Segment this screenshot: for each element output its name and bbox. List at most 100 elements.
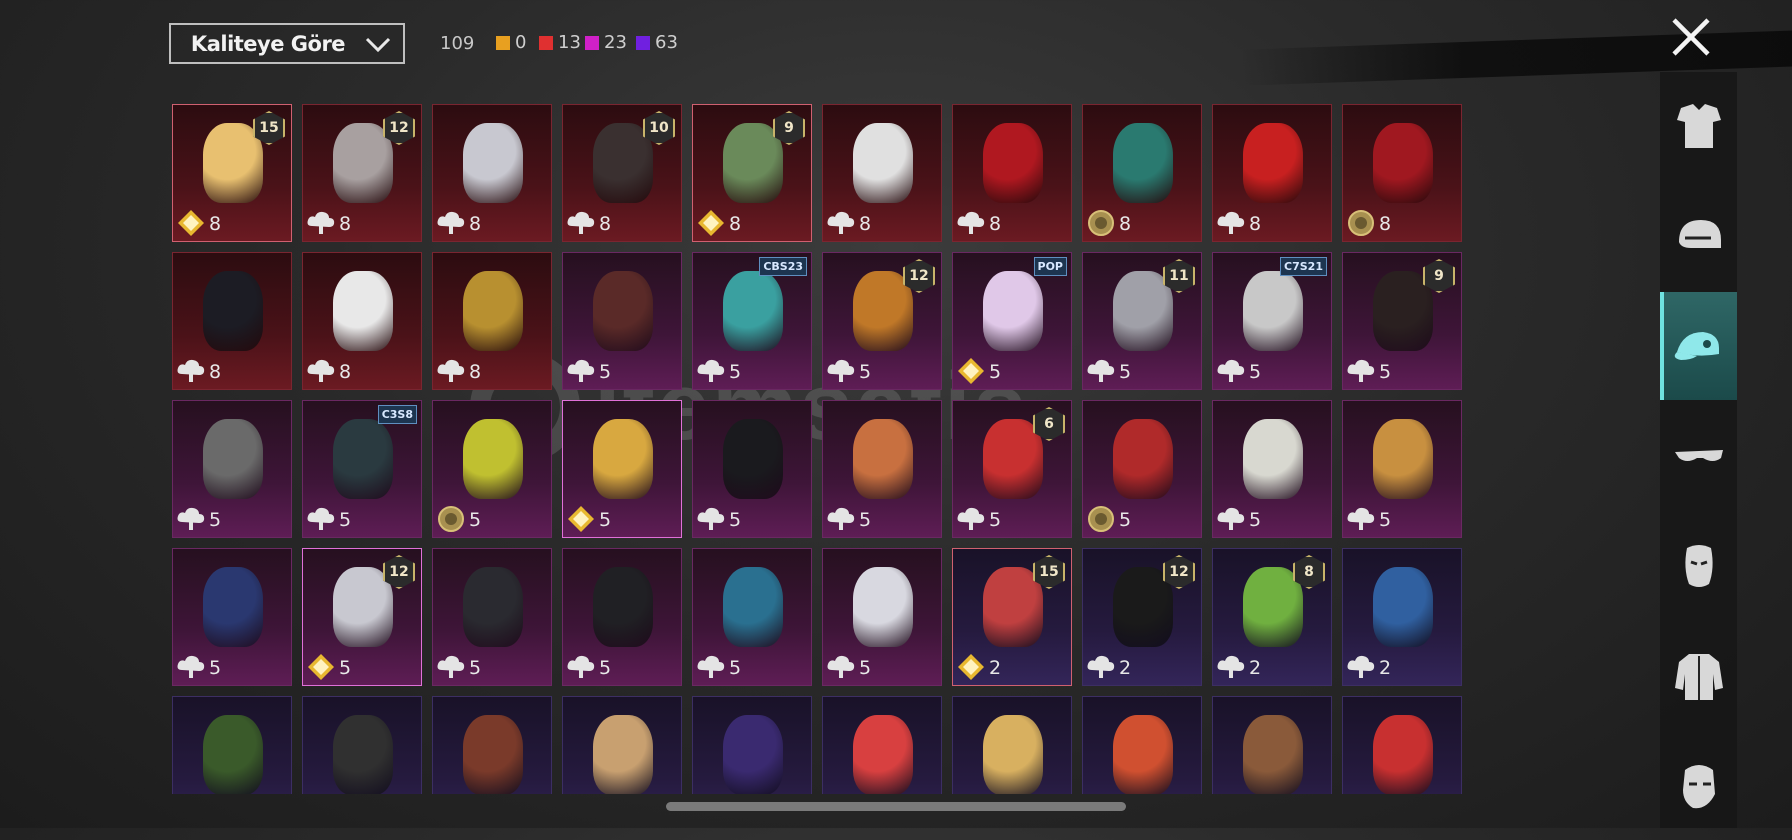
item-slot[interactable]: 5 <box>1212 400 1332 538</box>
item-slot[interactable]: 8 <box>302 252 422 390</box>
cloud-tier-icon <box>1086 356 1116 386</box>
item-slot[interactable]: 5 <box>692 548 812 686</box>
tab-outfit[interactable] <box>1660 72 1737 180</box>
item-quantity: 8 <box>209 213 222 235</box>
item-quantity: 5 <box>1119 509 1132 531</box>
tab-face[interactable] <box>1660 732 1737 840</box>
item-slot[interactable]: 5 <box>692 400 812 538</box>
item-quantity: 5 <box>469 657 482 679</box>
cloud-tier-icon <box>1216 208 1246 238</box>
item-slot[interactable] <box>1212 696 1332 794</box>
item-slot[interactable] <box>562 696 682 794</box>
item-slot[interactable] <box>302 696 422 794</box>
item-quantity: 2 <box>1249 657 1262 679</box>
item-slot[interactable]: C7S21 5 <box>1212 252 1332 390</box>
item-thumbnail <box>983 715 1043 794</box>
item-quantity: 5 <box>859 509 872 531</box>
item-slot[interactable]: 5 <box>172 548 292 686</box>
item-quantity: 8 <box>1119 213 1132 235</box>
horizontal-scrollbar[interactable] <box>666 802 1126 811</box>
item-slot[interactable] <box>952 696 1072 794</box>
item-thumbnail <box>1243 271 1303 351</box>
item-slot[interactable]: 8 <box>1212 104 1332 242</box>
item-slot[interactable]: 12 8 <box>302 104 422 242</box>
item-thumbnail <box>463 715 523 794</box>
item-slot[interactable]: 5 <box>1342 400 1462 538</box>
item-slot[interactable]: 5 <box>822 548 942 686</box>
item-slot[interactable]: 15 8 <box>172 104 292 242</box>
item-thumbnail <box>203 419 263 499</box>
item-quantity: 8 <box>599 213 612 235</box>
item-slot[interactable] <box>1342 696 1462 794</box>
item-slot[interactable]: 8 <box>432 252 552 390</box>
item-slot[interactable]: 8 <box>1342 104 1462 242</box>
gold-tier-icon <box>956 356 986 386</box>
item-slot[interactable]: POP 5 <box>952 252 1072 390</box>
item-quantity: 5 <box>339 509 352 531</box>
item-thumbnail <box>723 271 783 351</box>
purple-quality-swatch <box>636 35 650 50</box>
item-quantity: 8 <box>339 361 352 383</box>
tab-helmet[interactable] <box>1660 182 1737 290</box>
item-slot[interactable]: 8 <box>822 104 942 242</box>
tab-headwear[interactable] <box>1660 292 1737 400</box>
item-thumbnail <box>853 419 913 499</box>
item-thumbnail <box>593 567 653 647</box>
item-quantity: 8 <box>859 213 872 235</box>
cloud-tier-icon <box>826 356 856 386</box>
item-slot[interactable] <box>172 696 292 794</box>
item-slot[interactable]: 8 <box>1082 104 1202 242</box>
item-slot[interactable]: 5 <box>172 400 292 538</box>
item-slot[interactable] <box>822 696 942 794</box>
gold-tier-icon <box>696 208 726 238</box>
item-slot[interactable]: C3S8 5 <box>302 400 422 538</box>
pink-quality-swatch <box>585 35 599 50</box>
inventory-toolbar: Kaliteye Göre 109 0 13 23 63 <box>0 0 1792 90</box>
item-slot[interactable]: 5 <box>562 400 682 538</box>
item-slot[interactable]: 5 <box>1082 400 1202 538</box>
chevron-down-icon <box>365 37 391 52</box>
close-icon[interactable] <box>1668 14 1714 60</box>
item-quantity: 5 <box>859 361 872 383</box>
item-slot[interactable]: 98 <box>692 104 812 242</box>
item-slot[interactable]: 11 5 <box>1082 252 1202 390</box>
cloud-tier-icon <box>176 504 206 534</box>
item-slot[interactable]: 65 <box>952 400 1072 538</box>
tab-jacket[interactable] <box>1660 622 1737 730</box>
item-thumbnail <box>1243 419 1303 499</box>
sort-dropdown-label: Kaliteye Göre <box>190 31 346 56</box>
item-slot[interactable] <box>1082 696 1202 794</box>
item-slot[interactable]: 15 2 <box>952 548 1072 686</box>
item-slot[interactable]: CBS23 5 <box>692 252 812 390</box>
item-thumbnail <box>1373 419 1433 499</box>
item-thumbnail <box>1113 419 1173 499</box>
item-slot[interactable] <box>432 696 552 794</box>
cloud-tier-icon <box>436 208 466 238</box>
sort-dropdown[interactable]: Kaliteye Göre <box>169 23 405 64</box>
tab-glasses[interactable] <box>1660 402 1737 510</box>
item-slot[interactable]: 10 8 <box>562 104 682 242</box>
item-slot[interactable]: 12 5 <box>302 548 422 686</box>
item-slot[interactable]: 5 <box>432 400 552 538</box>
item-slot[interactable]: 95 <box>1342 252 1462 390</box>
item-slot[interactable]: 2 <box>1342 548 1462 686</box>
item-slot[interactable]: 5 <box>562 252 682 390</box>
item-slot[interactable]: 12 5 <box>822 252 942 390</box>
item-slot[interactable]: 8 <box>172 252 292 390</box>
item-slot[interactable]: 5 <box>562 548 682 686</box>
cloud-tier-icon <box>956 208 986 238</box>
item-slot[interactable]: 5 <box>822 400 942 538</box>
item-thumbnail <box>463 419 523 499</box>
item-slot[interactable]: 12 2 <box>1082 548 1202 686</box>
cloud-tier-icon <box>306 504 336 534</box>
item-slot[interactable] <box>692 696 812 794</box>
item-quantity: 5 <box>209 657 222 679</box>
tab-mask[interactable] <box>1660 512 1737 620</box>
item-thumbnail <box>203 715 263 794</box>
item-slot[interactable]: 5 <box>432 548 552 686</box>
item-slot[interactable]: 8 <box>952 104 1072 242</box>
item-slot[interactable]: 8 <box>432 104 552 242</box>
item-slot[interactable]: 82 <box>1212 548 1332 686</box>
cloud-tier-icon <box>1346 356 1376 386</box>
item-thumbnail <box>593 715 653 794</box>
